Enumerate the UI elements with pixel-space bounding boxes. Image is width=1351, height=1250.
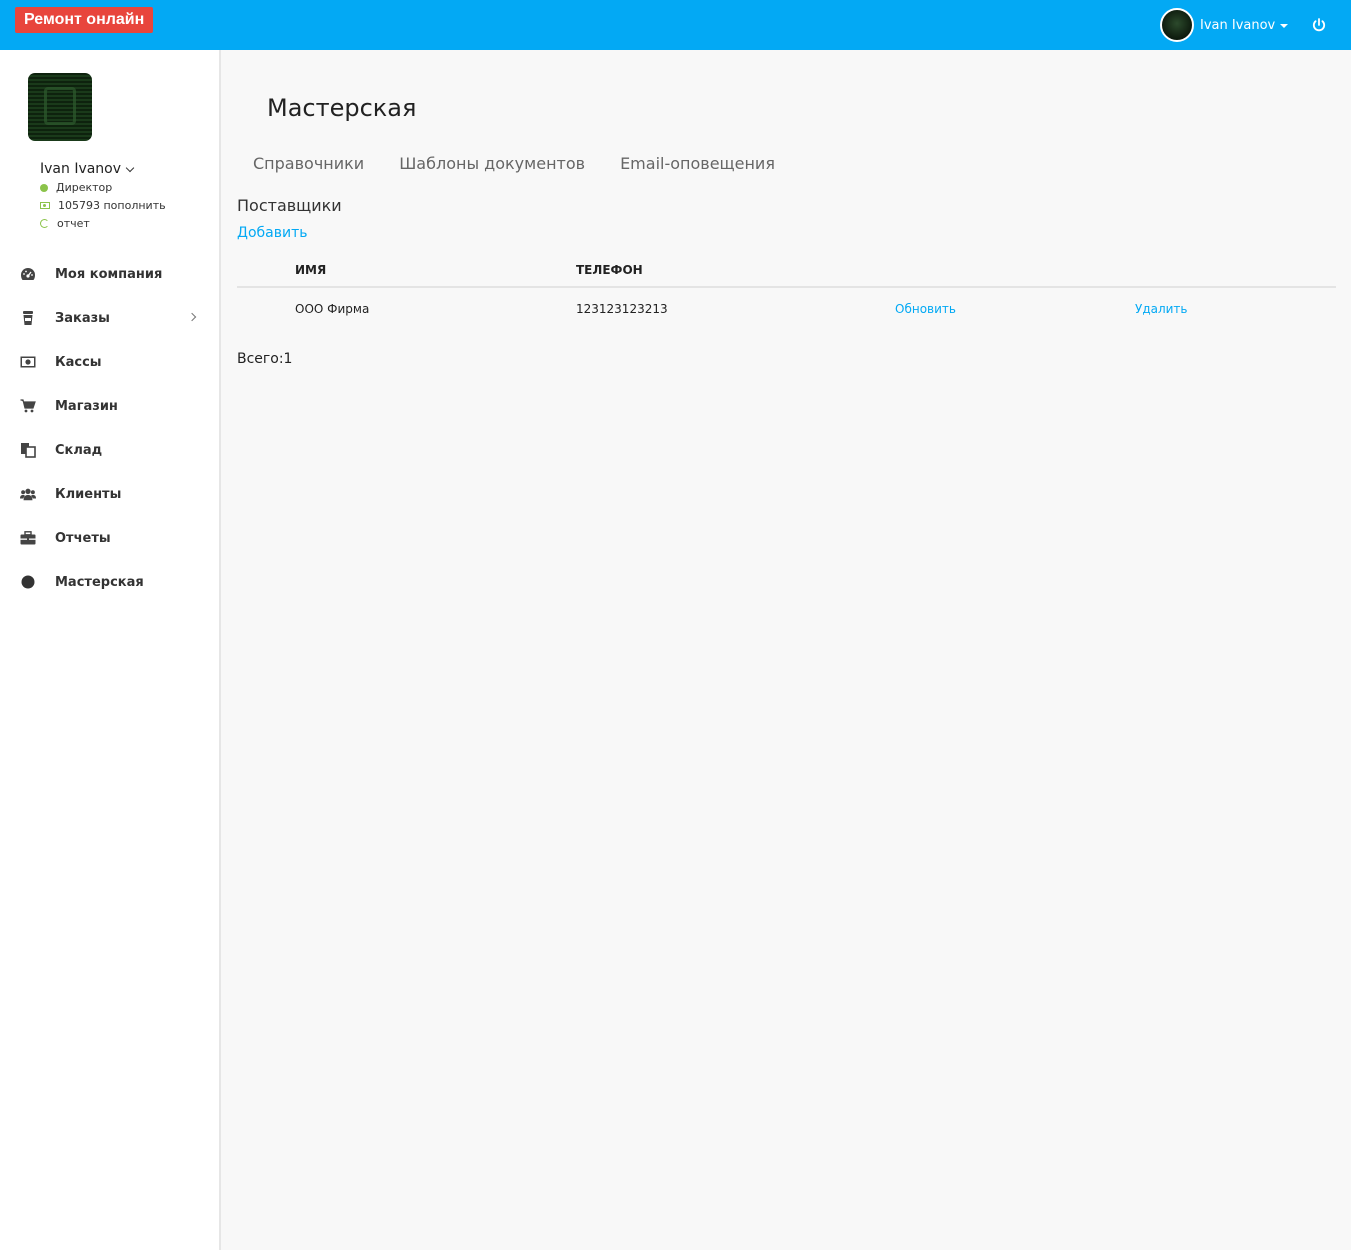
column-header-name: ИМЯ bbox=[295, 263, 327, 277]
sidebar-item-company[interactable]: Моя компания bbox=[0, 252, 219, 296]
table-header: ИМЯ ТЕЛЕФОН bbox=[237, 258, 1336, 288]
sidebar-item-workshop[interactable]: Мастерская bbox=[0, 560, 219, 604]
user-name: Ivan Ivanov bbox=[1200, 17, 1276, 33]
report-label: отчет bbox=[57, 217, 90, 230]
power-icon[interactable] bbox=[1311, 17, 1327, 33]
brand-logo[interactable]: Ремонт онлайн bbox=[15, 7, 154, 33]
table-row: ООО Фирма 123123123213 Обновить Удалить bbox=[237, 288, 1336, 330]
sidebar-item-warehouse[interactable]: Склад bbox=[0, 428, 219, 472]
money-icon bbox=[20, 354, 36, 370]
sidebar-item-label: Магазин bbox=[55, 398, 118, 414]
sidebar-item-clients[interactable]: Клиенты bbox=[0, 472, 219, 516]
sidebar-nav: Моя компания Заказы Кассы Магазин Склад … bbox=[0, 252, 219, 604]
cell-name: ООО Фирма bbox=[295, 302, 370, 316]
profile-avatar bbox=[28, 73, 92, 141]
refresh-icon bbox=[40, 219, 49, 228]
cell-phone: 123123123213 bbox=[576, 302, 668, 316]
total-count: Всего:1 bbox=[237, 351, 293, 367]
column-header-phone: ТЕЛЕФОН bbox=[576, 263, 643, 277]
users-icon bbox=[20, 486, 36, 502]
balance-label: 105793 пополнить bbox=[58, 199, 166, 212]
copy-icon bbox=[20, 442, 36, 458]
sidebar-item-label: Заказы bbox=[55, 310, 110, 326]
cup-icon bbox=[20, 310, 36, 326]
sidebar-item-cash[interactable]: Кассы bbox=[0, 340, 219, 384]
profile-role: Директор bbox=[40, 181, 112, 194]
dashboard-icon bbox=[20, 266, 36, 282]
report-link[interactable]: отчет bbox=[40, 217, 90, 230]
top-bar: Ремонт онлайн Ivan Ivanov bbox=[0, 0, 1351, 50]
sidebar-item-label: Мастерская bbox=[55, 574, 144, 590]
sidebar-item-label: Моя компания bbox=[55, 266, 163, 282]
cart-icon bbox=[20, 398, 36, 414]
sidebar-item-shop[interactable]: Магазин bbox=[0, 384, 219, 428]
add-supplier-link[interactable]: Добавить bbox=[237, 225, 307, 241]
section-title: Поставщики bbox=[237, 196, 342, 215]
briefcase-icon bbox=[20, 530, 36, 546]
role-label: Директор bbox=[56, 181, 113, 194]
money-icon bbox=[40, 202, 50, 209]
avatar bbox=[1160, 8, 1194, 42]
sidebar-item-label: Отчеты bbox=[55, 530, 111, 546]
sidebar-item-label: Кассы bbox=[55, 354, 102, 370]
balance-link[interactable]: 105793 пополнить bbox=[40, 199, 166, 212]
tab-bar: Справочники Шаблоны документов Email-опо… bbox=[253, 154, 810, 173]
status-dot-icon bbox=[40, 183, 48, 192]
page-title: Мастерская bbox=[267, 94, 417, 122]
chevron-right-icon bbox=[187, 312, 197, 322]
sidebar-item-orders[interactable]: Заказы bbox=[0, 296, 219, 340]
chevron-down-icon bbox=[125, 163, 135, 172]
profile-user-menu[interactable]: Ivan Ivanov bbox=[40, 161, 135, 177]
update-link[interactable]: Обновить bbox=[895, 302, 956, 316]
sidebar-item-label: Склад bbox=[55, 442, 103, 458]
circle-icon bbox=[20, 574, 36, 590]
suppliers-table: ИМЯ ТЕЛЕФОН ООО Фирма 123123123213 Обнов… bbox=[237, 258, 1336, 330]
sidebar-item-label: Клиенты bbox=[55, 486, 122, 502]
delete-link[interactable]: Удалить bbox=[1135, 302, 1188, 316]
sidebar-item-reports[interactable]: Отчеты bbox=[0, 516, 219, 560]
tab-document-templates[interactable]: Шаблоны документов bbox=[399, 154, 585, 173]
user-menu[interactable]: Ivan Ivanov bbox=[1160, 8, 1289, 42]
caret-down-icon bbox=[1280, 24, 1289, 28]
profile-user-name: Ivan Ivanov bbox=[40, 161, 122, 177]
sidebar: Ivan Ivanov Директор 105793 пополнить от… bbox=[0, 50, 221, 1250]
tab-email-notifications[interactable]: Email-оповещения bbox=[620, 154, 775, 173]
tab-directories[interactable]: Справочники bbox=[253, 154, 364, 173]
